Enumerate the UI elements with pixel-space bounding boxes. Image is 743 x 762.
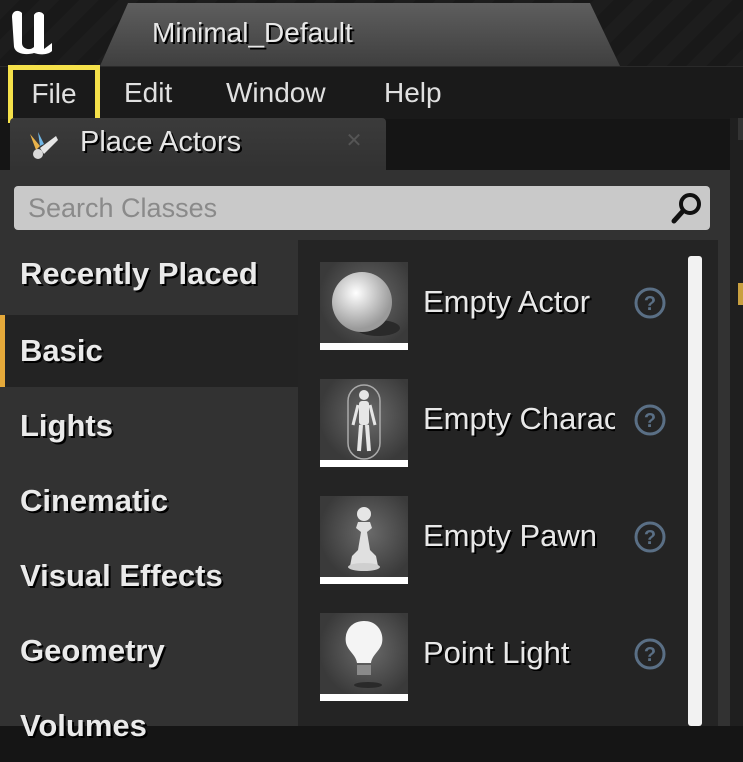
unreal-logo-icon[interactable] — [0, 0, 64, 64]
menu-edit[interactable]: Edit — [124, 67, 172, 119]
adjacent-panel-edge — [730, 118, 743, 726]
close-icon[interactable]: ✕ — [343, 130, 365, 152]
actor-item-empty-character[interactable]: Empty Character ? — [298, 357, 688, 467]
mannequin-icon — [320, 379, 408, 467]
panel-edge-marker — [738, 118, 743, 140]
category-lights[interactable]: Lights — [0, 390, 298, 462]
actor-item-empty-actor[interactable]: Empty Actor ? — [298, 240, 688, 350]
category-label: Geometry — [20, 633, 165, 668]
menu-bar: File Edit Window Help — [0, 65, 743, 123]
category-geometry[interactable]: Geometry — [0, 615, 298, 687]
pawn-icon — [320, 496, 408, 584]
category-volumes[interactable]: Volumes — [0, 690, 298, 762]
tab-place-actors[interactable]: Place Actors ✕ — [10, 118, 386, 170]
category-label: Visual Effects — [20, 558, 223, 593]
help-icon[interactable]: ? — [633, 520, 667, 554]
svg-text:?: ? — [644, 527, 656, 549]
menu-file[interactable]: File — [8, 65, 100, 123]
actor-list: Empty Actor ? Empty Character ? — [298, 240, 718, 726]
help-icon[interactable]: ? — [633, 286, 667, 320]
actor-label: Empty Pawn — [423, 518, 598, 553]
menu-help[interactable]: Help — [384, 67, 442, 119]
actor-label: Point Light — [423, 635, 570, 670]
help-icon[interactable]: ? — [633, 637, 667, 671]
panel-edge-marker — [738, 283, 743, 305]
tab-label: Place Actors — [80, 126, 242, 158]
category-label: Cinematic — [20, 483, 169, 518]
lightbulb-icon — [320, 613, 408, 701]
actor-item-empty-pawn[interactable]: Empty Pawn ? — [298, 474, 688, 584]
help-icon[interactable]: ? — [633, 403, 667, 437]
category-label: Basic — [20, 333, 103, 368]
search-input[interactable] — [14, 186, 682, 230]
category-label: Recently Placed — [20, 256, 258, 291]
category-list: Recently Placed Basic Lights Cinematic V… — [0, 238, 298, 743]
actor-list-scrollbar[interactable] — [688, 256, 702, 726]
title-bar: Minimal_Default — [0, 0, 743, 66]
search-box — [14, 186, 710, 230]
category-label: Lights — [20, 408, 113, 443]
sphere-icon — [320, 262, 408, 350]
level-tab[interactable]: Minimal_Default — [100, 3, 620, 66]
category-visual-effects[interactable]: Visual Effects — [0, 540, 298, 612]
category-basic[interactable]: Basic — [0, 315, 298, 387]
category-label: Volumes — [20, 708, 147, 743]
svg-text:?: ? — [644, 410, 656, 432]
actor-label: Empty Character — [423, 401, 615, 436]
category-cinematic[interactable]: Cinematic — [0, 465, 298, 537]
svg-text:?: ? — [644, 644, 656, 666]
actor-label: Empty Actor — [423, 284, 591, 319]
level-title: Minimal_Default — [152, 17, 353, 48]
search-icon[interactable] — [670, 191, 704, 225]
category-recently-placed[interactable]: Recently Placed — [0, 238, 298, 310]
svg-text:?: ? — [644, 293, 656, 315]
menu-window[interactable]: Window — [226, 67, 326, 119]
actor-item-point-light[interactable]: Point Light ? — [298, 591, 688, 701]
place-actors-icon — [26, 128, 62, 162]
